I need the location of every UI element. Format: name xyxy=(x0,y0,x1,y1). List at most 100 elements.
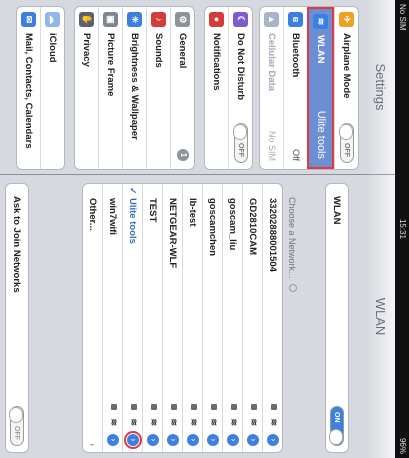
do-not-disturb-switch[interactable]: OFF xyxy=(234,123,248,163)
ask-to-join-label: Ask to Join Networks xyxy=(11,196,22,293)
wifi-signal-icon: ≋ xyxy=(229,418,239,426)
settings-item-wlan[interactable]: ≋ WLAN Ulite tools xyxy=(307,7,334,169)
airplane-mode-switch[interactable]: OFF xyxy=(340,123,354,163)
settings-item-sounds[interactable]: ♪ Sounds xyxy=(146,7,170,169)
network-name: TEST xyxy=(147,198,158,223)
moon-icon: ☾ xyxy=(233,12,248,27)
network-info-button[interactable]: › xyxy=(107,434,119,446)
battery-level: 96% xyxy=(398,437,407,454)
network-row[interactable]: 33202888001504 ≋ › xyxy=(262,184,282,452)
lock-icon xyxy=(231,404,237,410)
network-name: lb-test xyxy=(187,198,198,227)
settings-item-label: iCloud xyxy=(47,33,58,63)
settings-item-label: General xyxy=(177,33,188,69)
settings-group-accounts: ☁ iCloud ✉ Mail, Contacts, Calendars xyxy=(16,6,65,170)
mail-icon: ✉ xyxy=(21,12,36,27)
settings-item-brightness-wallpaper[interactable]: ☀ Brightness & Wallpaper xyxy=(122,7,146,169)
settings-group-connectivity: ✈ Airplane Mode OFF ≋ WLAN Ulite tools ʙ Blueto… xyxy=(259,6,359,170)
ask-to-join-row: Ask to Join Networks OFF xyxy=(5,183,29,453)
wifi-icon: ≋ xyxy=(313,14,328,29)
wifi-signal-icon: ≋ xyxy=(149,418,159,426)
settings-item-notifications[interactable]: ● Notifications xyxy=(205,7,228,169)
network-row[interactable]: ✓ Ulite tools ≋ › xyxy=(122,184,142,452)
wifi-signal-icon: ≋ xyxy=(249,418,259,426)
notifications-icon: ● xyxy=(209,12,224,27)
wlan-toggle-row: WLAN ON xyxy=(326,184,348,452)
settings-item-airplane-mode[interactable]: ✈ Airplane Mode OFF xyxy=(334,7,358,169)
network-row[interactable]: win7wifi ≋ › xyxy=(102,184,122,452)
settings-item-picture-frame[interactable]: ▣ Picture Frame xyxy=(98,7,122,169)
settings-group-notifications: ☾ Do Not Disturb OFF ● Notifications xyxy=(204,6,253,170)
settings-item-icloud[interactable]: ☁ iCloud xyxy=(40,7,64,169)
settings-item-label: Cellular Data xyxy=(266,33,277,92)
network-info-button[interactable]: › xyxy=(187,434,199,446)
network-info-button[interactable]: › xyxy=(167,434,179,446)
network-info-button[interactable]: › xyxy=(147,434,159,446)
settings-item-cellular-data[interactable]: ▲ Cellular Data No SIM xyxy=(260,7,283,169)
settings-item-value: Off xyxy=(291,149,301,161)
settings-item-value: No SIM xyxy=(267,130,277,161)
settings-item-bluetooth[interactable]: ʙ Bluetooth Off xyxy=(283,7,307,169)
network-name: GD2810CAM xyxy=(247,198,258,256)
network-info-button[interactable]: › xyxy=(207,434,219,446)
settings-item-label: Mail, Contacts, Calendars xyxy=(23,33,34,149)
network-info-button[interactable]: › xyxy=(247,434,259,446)
network-name: 33202888001504 xyxy=(267,198,278,272)
wlan-nav-bar: WLAN xyxy=(366,175,395,458)
network-row[interactable]: goscamchen ≋ › xyxy=(202,184,222,452)
status-bar: No SIM 15:31 96% xyxy=(395,0,409,458)
lock-icon xyxy=(131,404,137,410)
network-name: Ulite tools xyxy=(127,198,138,244)
wifi-signal-icon: ≋ xyxy=(169,418,179,426)
settings-item-label: Notifications xyxy=(211,33,222,91)
network-row[interactable]: lb-test ≋ › xyxy=(182,184,202,452)
lock-icon xyxy=(251,404,257,410)
settings-item-label: Privacy xyxy=(81,33,92,67)
lock-icon xyxy=(171,404,177,410)
wlan-detail-pane: WLAN ON Choose a Network... 332028880015… xyxy=(0,175,367,458)
airplane-icon: ✈ xyxy=(339,12,354,27)
network-row[interactable]: Other... › xyxy=(83,184,102,452)
settings-item-label: WLAN xyxy=(315,35,326,64)
speaker-icon: ♪ xyxy=(151,12,166,27)
network-row[interactable]: NETGEAR-WLF ≋ › xyxy=(162,184,182,452)
network-name: win7wifi xyxy=(107,198,118,235)
settings-item-do-not-disturb[interactable]: ☾ Do Not Disturb OFF xyxy=(228,7,252,169)
network-row[interactable]: GD2810CAM ≋ › xyxy=(242,184,262,452)
wifi-signal-icon: ≋ xyxy=(109,418,119,426)
settings-nav-bar: Settings xyxy=(366,0,395,175)
network-row[interactable]: TEST ≋ › xyxy=(142,184,162,452)
network-row[interactable]: goscam_liu ≋ › xyxy=(222,184,242,452)
settings-item-privacy[interactable]: ✋ Privacy xyxy=(75,7,98,169)
ipad-screen: No SIM 15:31 96% Settings ✈ Airplane Mode… xyxy=(0,0,409,458)
picture-frame-icon: ▣ xyxy=(103,12,118,27)
wifi-signal-icon: ≋ xyxy=(209,418,219,426)
network-name: NETGEAR-WLF xyxy=(167,198,178,269)
antenna-icon: ▲ xyxy=(264,12,279,27)
wlan-toggle-group: WLAN ON xyxy=(325,183,349,453)
clock: 15:31 xyxy=(398,218,407,240)
network-info-button[interactable]: › xyxy=(124,431,142,449)
wlan-switch[interactable]: ON xyxy=(330,406,344,446)
network-list: 33202888001504 ≋ › GD2810CAM ≋ › goscam_liu ≋ › g… xyxy=(82,183,283,453)
settings-sidebar: ✈ Airplane Mode OFF ≋ WLAN Ulite tools ʙ Blueto… xyxy=(0,0,367,175)
lock-icon xyxy=(111,404,117,410)
ask-to-join-switch[interactable]: OFF xyxy=(10,406,24,446)
settings-item-label: Bluetooth xyxy=(290,33,301,78)
settings-item-general[interactable]: ⚙ General 1 xyxy=(170,7,194,169)
network-name: goscam_liu xyxy=(227,198,238,251)
update-badge: 1 xyxy=(177,149,189,161)
settings-item-label: Picture Frame xyxy=(105,33,116,97)
lock-icon xyxy=(211,404,217,410)
network-info-button[interactable]: › xyxy=(267,434,279,446)
settings-item-value: Ulite tools xyxy=(315,110,327,159)
settings-item-mail-contacts-calendars[interactable]: ✉ Mail, Contacts, Calendars xyxy=(17,7,40,169)
network-info-button[interactable]: › xyxy=(227,434,239,446)
choose-network-label: Choose a Network... xyxy=(287,197,297,293)
wifi-signal-icon: ≋ xyxy=(189,418,199,426)
brightness-icon: ☀ xyxy=(127,12,142,27)
bluetooth-icon: ʙ xyxy=(288,12,303,27)
checkmark-icon: ✓ xyxy=(128,187,138,195)
wifi-signal-icon: ≋ xyxy=(269,418,279,426)
lock-icon xyxy=(271,404,277,410)
